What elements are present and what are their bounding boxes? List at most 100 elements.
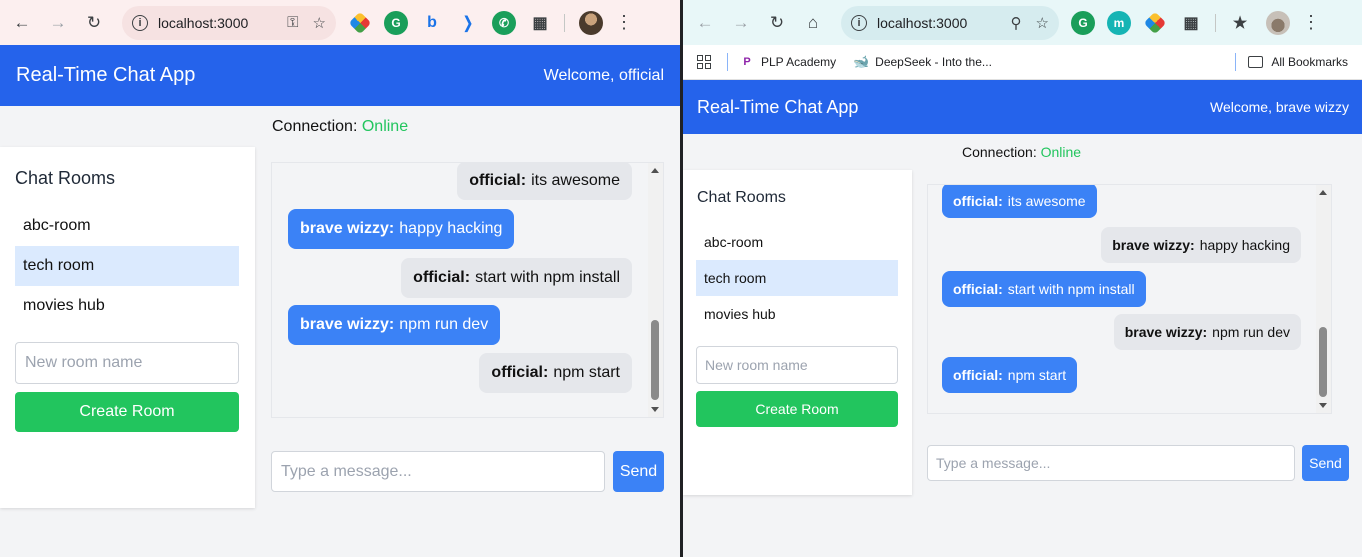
zoom-icon[interactable]: ⚲ [1011,14,1022,32]
scroll-up-icon[interactable] [1319,190,1327,195]
scroll-thumb[interactable] [1319,327,1327,397]
address-bar[interactable]: i localhost:3000 ⚿ ☆ [122,5,336,40]
bookmark-plp-academy[interactable]: P PLP Academy [740,55,836,69]
app-title: Real-Time Chat App [16,64,196,86]
browser-window-right: ← → ↻ ⌂ i localhost:3000 ⚲ ☆ G m ▦ ★ ⋮ P [683,0,1362,557]
plp-academy-icon: P [743,56,751,68]
menu-dots-icon[interactable]: ⋮ [615,12,633,33]
message-bubble: official: start with npm install [401,258,632,298]
scroll-down-icon[interactable] [651,407,659,412]
back-icon[interactable]: ← [691,9,719,37]
connection-status: Connection: Online [962,144,1081,160]
message-sender: brave wizzy: [300,220,395,237]
rooms-sidebar: Chat Rooms abc-room tech room movies hub… [0,147,255,508]
connection-label: Connection: [962,144,1037,160]
create-room-button[interactable]: Create Room [15,392,239,432]
grammarly-icon[interactable]: G [384,10,408,35]
bookmarks-divider [1235,53,1237,71]
m-extension-icon[interactable]: m [1107,10,1131,35]
welcome-text: Welcome, brave wizzy [1209,99,1349,115]
all-bookmarks-label: All Bookmarks [1271,55,1348,69]
app-header: Real-Time Chat App Welcome, official [0,45,680,106]
reload-icon[interactable]: ↻ [763,9,791,37]
chat-scrollbar[interactable] [648,163,663,417]
message-sender: official: [491,364,549,381]
profile-avatar[interactable] [1266,10,1290,35]
sidebar-title: Chat Rooms [15,168,116,188]
room-item-abc-room[interactable]: abc-room [15,206,239,246]
site-info-icon[interactable]: i [132,14,148,31]
message-text: npm start [1007,367,1067,383]
reading-list-star-icon[interactable]: ★ [1228,11,1252,35]
back-icon[interactable]: ← [8,9,36,37]
chat-scrollbar[interactable] [1316,185,1331,413]
forward-icon[interactable]: → [727,9,755,37]
message-bubble: official: its awesome [942,185,1097,218]
room-item-movies-hub[interactable]: movies hub [15,286,239,326]
bookmarks-bar: P PLP Academy 🐋 DeepSeek - Into the... A… [683,45,1362,80]
key-icon[interactable]: ⚿ [287,14,298,31]
bookmark-star-icon[interactable]: ☆ [1036,14,1049,32]
message-bubble: brave wizzy: happy hacking [288,209,515,249]
message-sender: brave wizzy: [1124,324,1208,340]
apps-grid-icon[interactable] [697,55,711,69]
chat-messages[interactable]: official: its awesome brave wizzy: happy h… [271,162,664,418]
message-bubble: official: start with npm install [942,271,1146,307]
message-bubble: official: npm start [479,353,632,393]
room-item-tech-room[interactable]: tech room [15,246,239,286]
new-room-input[interactable]: New room name [696,346,898,384]
app-header: Real-Time Chat App Welcome, brave wizzy [683,80,1362,134]
welcome-text: Welcome, official [543,66,664,84]
message-bubble: brave wizzy: happy hacking [1101,227,1301,263]
message-sender: official: [469,172,527,189]
extensions-puzzle-icon[interactable]: ▦ [528,11,552,35]
message-sender: official: [953,281,1003,297]
message-bubble: brave wizzy: npm run dev [288,305,501,345]
profile-avatar[interactable] [579,10,603,35]
message-text: its awesome [1007,192,1086,209]
whatsapp-icon[interactable]: ✆ [492,10,516,35]
menu-dots-icon[interactable]: ⋮ [1302,12,1320,33]
message-text: npm run dev [1212,324,1290,340]
connection-label: Connection: [272,118,358,135]
home-icon[interactable]: ⌂ [799,9,827,37]
address-bar[interactable]: i localhost:3000 ⚲ ☆ [841,5,1059,40]
online-status: Online [361,118,409,135]
room-item-tech-room[interactable]: tech room [696,260,898,296]
wifi-extension-icon[interactable]: ❭ [456,11,480,35]
bookmarks-divider [727,53,728,71]
extension-multicolor-icon[interactable] [1143,11,1167,34]
send-button[interactable]: Send [613,451,664,492]
folder-icon [1248,56,1264,68]
grammarly-icon[interactable]: G [1071,10,1095,35]
message-input[interactable]: Type a message... [271,451,605,492]
site-info-icon[interactable]: i [851,14,867,31]
bookmark-label: PLP Academy [761,55,837,69]
room-item-abc-room[interactable]: abc-room [696,224,898,260]
reload-icon[interactable]: ↻ [80,9,108,37]
message-text: start with npm install [475,269,620,286]
message-text: npm start [553,364,620,381]
scroll-thumb[interactable] [651,320,659,400]
message-input[interactable]: Type a message... [927,445,1295,481]
chat-messages[interactable]: official: its awesome brave wizzy: happy h… [927,184,1332,414]
new-room-input[interactable]: New room name [15,342,239,384]
forward-icon[interactable]: → [44,9,72,37]
connection-status: Connection: Online [272,118,408,136]
extension-multicolor-icon[interactable] [348,11,372,34]
url-text: localhost:3000 [158,14,249,31]
message-bubble: official: its awesome [457,163,632,200]
scroll-up-icon[interactable] [651,168,659,173]
bookmark-deepseek[interactable]: 🐋 DeepSeek - Into the... [853,54,992,69]
room-item-movies-hub[interactable]: movies hub [696,296,898,332]
extensions-puzzle-icon[interactable]: ▦ [1179,11,1203,35]
all-bookmarks[interactable]: All Bookmarks [1235,53,1348,71]
message-bubble: brave wizzy: npm run dev [1113,314,1301,350]
create-room-button[interactable]: Create Room [696,391,898,427]
bookmark-star-icon[interactable]: ☆ [313,14,326,32]
scroll-down-icon[interactable] [1319,403,1327,408]
message-text: npm run dev [399,316,489,333]
bing-icon[interactable]: b [420,11,444,35]
send-button[interactable]: Send [1302,445,1349,481]
url-text: localhost:3000 [877,14,968,31]
